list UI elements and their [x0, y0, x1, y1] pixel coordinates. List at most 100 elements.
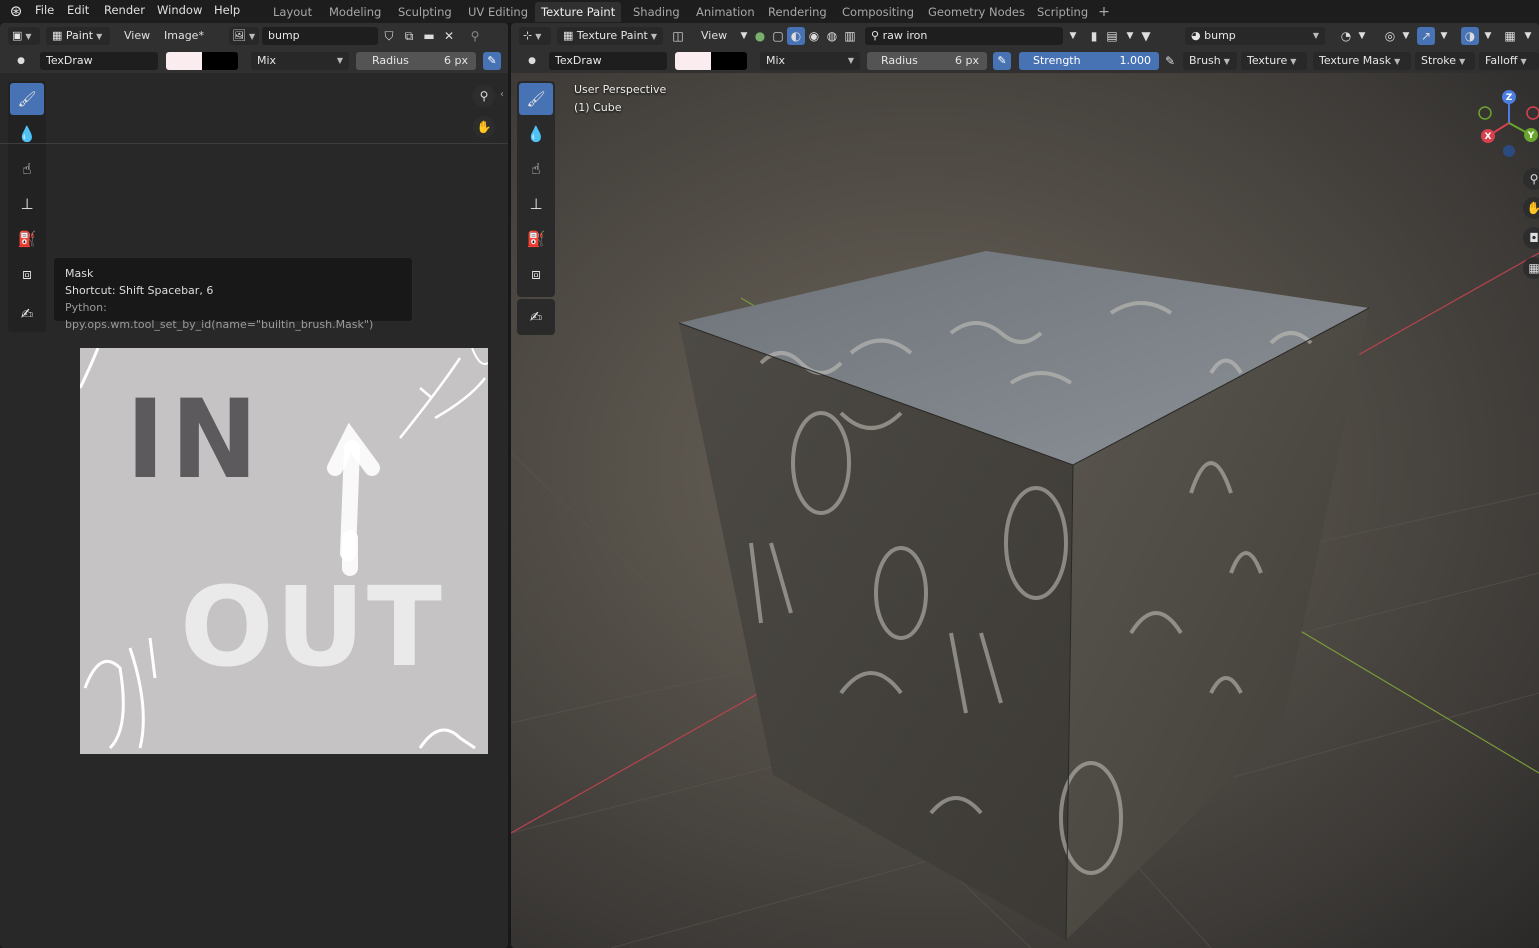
paint-mask-toggle-icon[interactable]: ◫ [669, 27, 687, 45]
material-search-field[interactable]: ⚲ raw iron [865, 27, 1063, 45]
stroke-menu[interactable]: Stroke ▼ [1415, 52, 1475, 70]
camera-view-icon[interactable]: ◘ [1523, 227, 1539, 249]
radius-pressure-pen-icon[interactable]: ✎ [993, 52, 1011, 70]
visibility-chevron-icon[interactable]: ▼ [1397, 27, 1415, 45]
filter-funnel-icon[interactable]: ▼ [1137, 27, 1155, 45]
image-canvas[interactable]: IN OUT [80, 348, 488, 754]
add-workspace-button[interactable]: + [1095, 2, 1113, 22]
unlink-close-icon[interactable]: ✕ [440, 27, 458, 45]
shading-solid-icon[interactable]: ◐ [787, 27, 805, 45]
blender-logo-icon[interactable]: ⊛ [6, 2, 26, 21]
search-dropdown-chevron-icon[interactable]: ▼ [1064, 27, 1082, 45]
viewport-canvas[interactable]: User Perspective (1) Cube 🖌 💧 ☝ ⊥ ⛽ ⧈ ✍ … [511, 73, 1539, 948]
smear-finger-icon[interactable]: ☝ [10, 153, 44, 185]
mask-icon[interactable]: ⧈ [519, 258, 553, 290]
shading-mode-icon[interactable]: ▦ [1501, 27, 1519, 45]
view-menu[interactable]: View [124, 27, 150, 45]
pin-icon[interactable]: ⚲ [466, 27, 484, 45]
secondary-color-swatch[interactable] [202, 52, 238, 70]
mode-dropdown[interactable]: ▦ Paint ▼ [46, 27, 110, 45]
uv-sync-icon[interactable]: ▥ [841, 27, 859, 45]
overlay-chevron-icon[interactable]: ▼ [1479, 27, 1497, 45]
gizmo-toggle-icon[interactable]: ↗ [1417, 27, 1435, 45]
menu-render[interactable]: Render [104, 0, 145, 20]
menu-edit[interactable]: Edit [67, 0, 89, 20]
primary-color-swatch[interactable] [675, 52, 711, 70]
draw-brush-icon[interactable]: 🖌 [10, 83, 44, 115]
soften-drop-icon[interactable]: 💧 [10, 118, 44, 150]
mask-icon[interactable]: ⧈ [10, 258, 44, 290]
brush-name-field[interactable]: TexDraw [549, 52, 667, 70]
grid-layout-icon[interactable]: ▤ [1103, 27, 1121, 45]
brush-preview-icon[interactable]: ● [12, 52, 30, 70]
zoom-magnifier-icon[interactable]: ⚲ [473, 85, 495, 107]
tab-uv-editing[interactable]: UV Editing [462, 2, 534, 22]
primary-color-swatch[interactable] [166, 52, 202, 70]
blend-mode-dropdown[interactable]: Mix ▼ [251, 52, 349, 70]
browse-image-button[interactable]: 🖼 ▼ [229, 27, 259, 45]
view-menu[interactable]: View [701, 27, 727, 45]
tab-compositing[interactable]: Compositing [836, 2, 920, 22]
menu-window[interactable]: Window [157, 0, 202, 20]
ortho-grid-icon[interactable]: ▦ [1523, 257, 1539, 279]
brush-menu[interactable]: Brush ▼ [1183, 52, 1237, 70]
mask-vertex-icon[interactable]: ▢ [769, 27, 787, 45]
texture-mask-menu[interactable]: Texture Mask ▼ [1313, 52, 1411, 70]
smear-finger-icon[interactable]: ☝ [519, 153, 553, 185]
fill-bucket-icon[interactable]: ⛽ [519, 223, 553, 255]
gizmo-chevron-icon[interactable]: ▼ [1435, 27, 1453, 45]
tab-modeling[interactable]: Modeling [323, 2, 387, 22]
menu-help[interactable]: Help [214, 0, 240, 20]
bookmark-icon[interactable]: ▮ [1085, 27, 1103, 45]
image-name-field[interactable]: bump [262, 27, 378, 45]
strength-pressure-pen-icon[interactable]: ✎ [1161, 52, 1179, 70]
tab-scripting[interactable]: Scripting [1031, 2, 1094, 22]
falloff-menu[interactable]: Falloff ▼ [1479, 52, 1539, 70]
strength-slider[interactable]: Strength 1.000 [1019, 52, 1159, 70]
mode-dropdown[interactable]: ▦ Texture Paint ▼ [557, 27, 663, 45]
navigation-gizmo[interactable]: Z X Y [1473, 83, 1539, 163]
pan-hand-icon[interactable]: ✋ [473, 116, 495, 138]
brush-name-field[interactable]: TexDraw [40, 52, 158, 70]
tab-rendering[interactable]: Rendering [762, 2, 833, 22]
overlay-toggle-icon[interactable]: ◑ [1461, 27, 1479, 45]
clone-stamp-icon[interactable]: ⊥ [10, 188, 44, 220]
open-image-folder-icon[interactable]: ▬ [420, 27, 438, 45]
annotate-pen-icon[interactable]: ✍ [10, 298, 44, 330]
zoom-magnifier-icon[interactable]: ⚲ [1523, 168, 1539, 190]
draw-brush-icon[interactable]: 🖌 [519, 83, 553, 115]
new-image-icon[interactable]: ⧉ [400, 27, 418, 45]
clone-stamp-icon[interactable]: ⊥ [519, 188, 553, 220]
texture-menu[interactable]: Texture ▼ [1241, 52, 1307, 70]
fill-bucket-icon[interactable]: ⛽ [10, 223, 44, 255]
secondary-color-swatch[interactable] [711, 52, 747, 70]
image-menu[interactable]: Image* [164, 27, 204, 45]
tab-layout[interactable]: Layout [267, 2, 318, 22]
tab-texture-paint[interactable]: Texture Paint [535, 2, 622, 22]
scene-render [511, 251, 1539, 948]
annotate-pen-icon[interactable]: ✍ [519, 301, 553, 333]
radius-field[interactable]: Radius 6 px [356, 52, 476, 70]
tab-animation[interactable]: Animation [690, 2, 761, 22]
sidebar-toggle-chevron-icon[interactable]: ‹ [500, 89, 504, 100]
soften-drop-icon[interactable]: 💧 [519, 118, 553, 150]
texture-mask-menu-label: Texture Mask [1319, 54, 1392, 67]
menu-file[interactable]: File [35, 0, 54, 20]
shading-chevron-icon[interactable]: ▼ [1519, 27, 1537, 45]
fake-user-shield-icon[interactable]: ⛉ [380, 27, 398, 45]
tab-geometry-nodes[interactable]: Geometry Nodes [922, 2, 1031, 22]
editor-type-button[interactable]: ⊹ ▼ [519, 27, 551, 45]
brush-preview-icon[interactable]: ● [523, 52, 541, 70]
shading-rendered-icon[interactable]: ◍ [823, 27, 841, 45]
radius-pressure-pen-icon[interactable]: ✎ [483, 52, 501, 70]
tab-shading[interactable]: Shading [627, 2, 686, 22]
pan-hand-icon[interactable]: ✋ [1523, 197, 1539, 219]
radius-field[interactable]: Radius 6 px [867, 52, 987, 70]
blend-mode-dropdown[interactable]: Mix ▼ [760, 52, 860, 70]
tab-sculpting[interactable]: Sculpting [392, 2, 458, 22]
material-preview-ball-icon[interactable]: ● [751, 27, 769, 45]
editor-type-button[interactable]: ▣ ▼ [8, 27, 40, 45]
shading-material-icon[interactable]: ◉ [805, 27, 823, 45]
texture-slot-dropdown[interactable]: ◕ bump ▼ [1185, 27, 1325, 45]
pivot-chevron-icon[interactable]: ▼ [1353, 27, 1371, 45]
